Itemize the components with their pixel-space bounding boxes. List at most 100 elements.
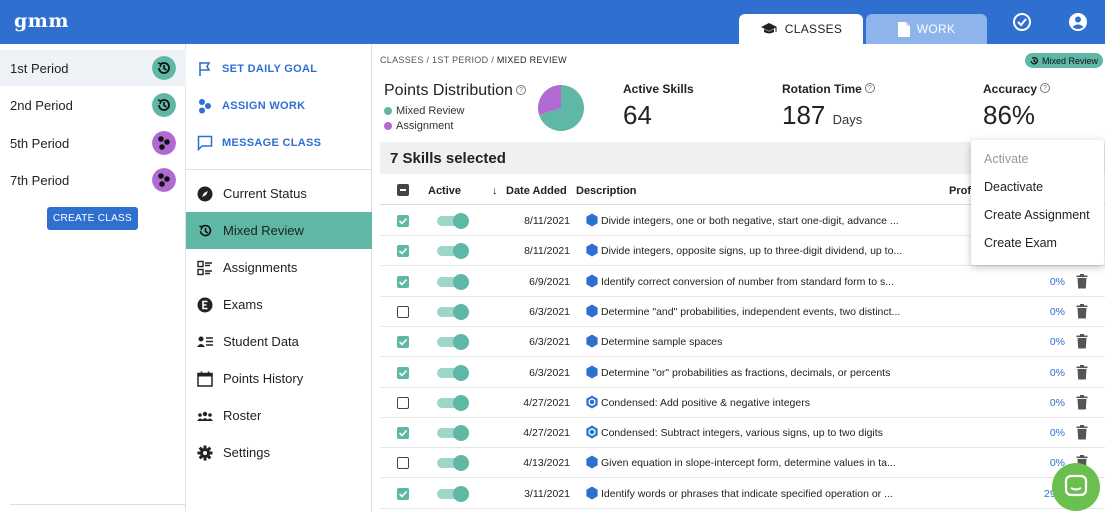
check-icon <box>398 339 408 346</box>
active-toggle[interactable] <box>437 425 469 442</box>
class-item-label: 1st Period <box>10 60 69 76</box>
table-row[interactable]: 4/13/2021 Given equation in slope-interce… <box>380 448 1105 479</box>
active-toggle[interactable] <box>437 273 469 290</box>
column-active[interactable]: Active <box>428 185 461 197</box>
row-checkbox[interactable] <box>397 427 409 440</box>
help-icon[interactable]: ? <box>1040 83 1051 93</box>
account-icon[interactable] <box>1068 12 1088 32</box>
table-row[interactable]: 4/27/2021 Condensed: Subtract integers, v… <box>380 418 1105 449</box>
table-row[interactable]: 6/9/2021 Identify correct conversion of n… <box>380 267 1105 297</box>
set-daily-goal-button[interactable]: SET DAILY GOAL <box>186 51 372 87</box>
help-icon[interactable]: ? <box>515 85 526 95</box>
divider <box>186 169 372 170</box>
nav-item-exams[interactable]: Exams <box>186 286 372 323</box>
select-all-checkbox[interactable] <box>397 184 409 196</box>
skill-description[interactable]: Divide integers, opposite signs, up to t… <box>601 245 902 257</box>
nav-item-points-history[interactable]: Points History <box>186 360 372 397</box>
class-item-2nd-period[interactable]: 2nd Period <box>0 87 186 123</box>
menu-item-create-assignment[interactable]: Create Assignment <box>984 208 1090 222</box>
breadcrumb-period[interactable]: 1ST PERIOD <box>432 55 488 65</box>
active-toggle[interactable] <box>437 334 469 351</box>
skill-description[interactable]: Condensed: Subtract integers, various si… <box>601 427 883 439</box>
nav-item-settings[interactable]: Settings <box>186 434 372 471</box>
rotation-time-unit: Days <box>832 112 863 127</box>
active-toggle[interactable] <box>437 485 469 502</box>
points-distribution-pie <box>538 85 584 131</box>
row-checkbox[interactable] <box>397 487 409 500</box>
chat-launcher-button[interactable] <box>1052 463 1100 511</box>
table-row[interactable]: 6/3/2021 Determine sample spaces 0% <box>380 327 1105 358</box>
active-toggle[interactable] <box>437 303 469 320</box>
skill-description[interactable]: Identify words or phrases that indicate … <box>601 488 893 500</box>
check-circle-icon[interactable] <box>1012 12 1032 32</box>
menu-item-deactivate[interactable]: Deactivate <box>984 180 1043 194</box>
active-toggle[interactable] <box>437 394 469 411</box>
create-class-button[interactable]: CREATE CLASS <box>47 207 138 230</box>
nav-action-label: MESSAGE CLASS <box>222 137 322 149</box>
list-icon <box>197 260 212 276</box>
menu-item-activate[interactable]: Activate <box>984 152 1028 166</box>
active-toggle[interactable] <box>437 213 469 229</box>
nav-item-label: Current Status <box>223 186 307 201</box>
row-checkbox[interactable] <box>397 245 409 258</box>
trash-icon[interactable] <box>1076 364 1088 380</box>
row-checkbox[interactable] <box>397 336 409 349</box>
row-checkbox[interactable] <box>397 457 409 470</box>
table-row[interactable]: 6/3/2021 Determine "or" probabilities as … <box>380 358 1105 388</box>
column-description[interactable]: Description <box>576 185 637 197</box>
trash-icon[interactable] <box>1076 273 1088 289</box>
table-row[interactable]: 6/3/2021 Determine "and" probabilities, i… <box>380 297 1105 327</box>
row-checkbox[interactable] <box>397 366 409 379</box>
class-nav: SET DAILY GOAL ASSIGN WORK MESSAGE CLASS… <box>186 44 372 512</box>
skill-hexagon-icon <box>586 304 598 318</box>
check-icon <box>398 217 408 225</box>
skill-description[interactable]: Determine "or" probabilities as fraction… <box>601 367 890 379</box>
row-checkbox[interactable] <box>397 305 409 318</box>
skill-description[interactable]: Condensed: Add positive & negative integ… <box>601 397 810 409</box>
nav-item-student-data[interactable]: Student Data <box>186 323 372 360</box>
nav-item-current-status[interactable]: Current Status <box>186 175 372 212</box>
skill-hexagon-icon <box>586 334 598 348</box>
sort-arrow-icon[interactable]: ↓ <box>492 185 498 197</box>
message-class-button[interactable]: MESSAGE CLASS <box>186 125 372 161</box>
class-item-5th-period[interactable]: 5th Period <box>0 125 186 161</box>
column-proficiency[interactable]: Prof <box>949 185 971 197</box>
trash-icon[interactable] <box>1076 334 1088 349</box>
rotation-time-label: Rotation Time? <box>782 82 875 96</box>
active-toggle[interactable] <box>437 455 469 472</box>
trash-icon[interactable] <box>1076 303 1088 319</box>
row-checkbox[interactable] <box>397 215 409 227</box>
skill-hexagon-icon <box>586 455 598 469</box>
skill-hexagon-icon <box>586 486 598 500</box>
nav-item-roster[interactable]: Roster <box>186 397 372 434</box>
class-item-1st-period[interactable]: 1st Period <box>0 50 186 86</box>
active-toggle[interactable] <box>437 364 469 381</box>
skill-description[interactable]: Determine "and" probabilities, independe… <box>601 306 900 318</box>
active-toggle[interactable] <box>437 243 469 260</box>
date-added: 6/3/2021 <box>529 336 570 349</box>
check-icon <box>398 369 408 377</box>
help-icon[interactable]: ? <box>864 83 875 93</box>
check-icon <box>398 278 408 286</box>
tab-classes[interactable]: CLASSES <box>739 14 863 44</box>
skill-description[interactable]: Identify correct conversion of number fr… <box>601 276 894 288</box>
skill-description[interactable]: Determine sample spaces <box>601 336 722 348</box>
trash-icon[interactable] <box>1076 394 1088 410</box>
trash-icon[interactable] <box>1076 425 1088 440</box>
class-list-panel: 1st Period 2nd Period 5th Period 7th Per… <box>0 44 186 512</box>
breadcrumb-classes[interactable]: CLASSES <box>380 55 424 65</box>
nav-item-mixed-review[interactable]: Mixed Review <box>186 212 372 249</box>
skill-description[interactable]: Divide integers, one or both negative, s… <box>601 215 899 227</box>
table-row[interactable]: 4/27/2021 Condensed: Add positive & negat… <box>380 388 1105 418</box>
menu-item-create-exam[interactable]: Create Exam <box>984 236 1057 250</box>
column-date-added[interactable]: Date Added <box>506 185 567 197</box>
class-item-7th-period[interactable]: 7th Period <box>0 162 186 198</box>
row-checkbox[interactable] <box>397 396 409 409</box>
table-row[interactable]: 3/11/2021 Identify words or phrases that … <box>380 479 1105 509</box>
assign-work-button[interactable]: ASSIGN WORK <box>186 88 372 124</box>
row-checkbox[interactable] <box>397 275 409 288</box>
skill-description[interactable]: Given equation in slope-intercept form, … <box>601 457 896 469</box>
tab-work[interactable]: WORK <box>866 14 987 44</box>
nav-item-assignments[interactable]: Assignments <box>186 249 372 286</box>
app-logo[interactable]: gmm <box>14 10 69 32</box>
